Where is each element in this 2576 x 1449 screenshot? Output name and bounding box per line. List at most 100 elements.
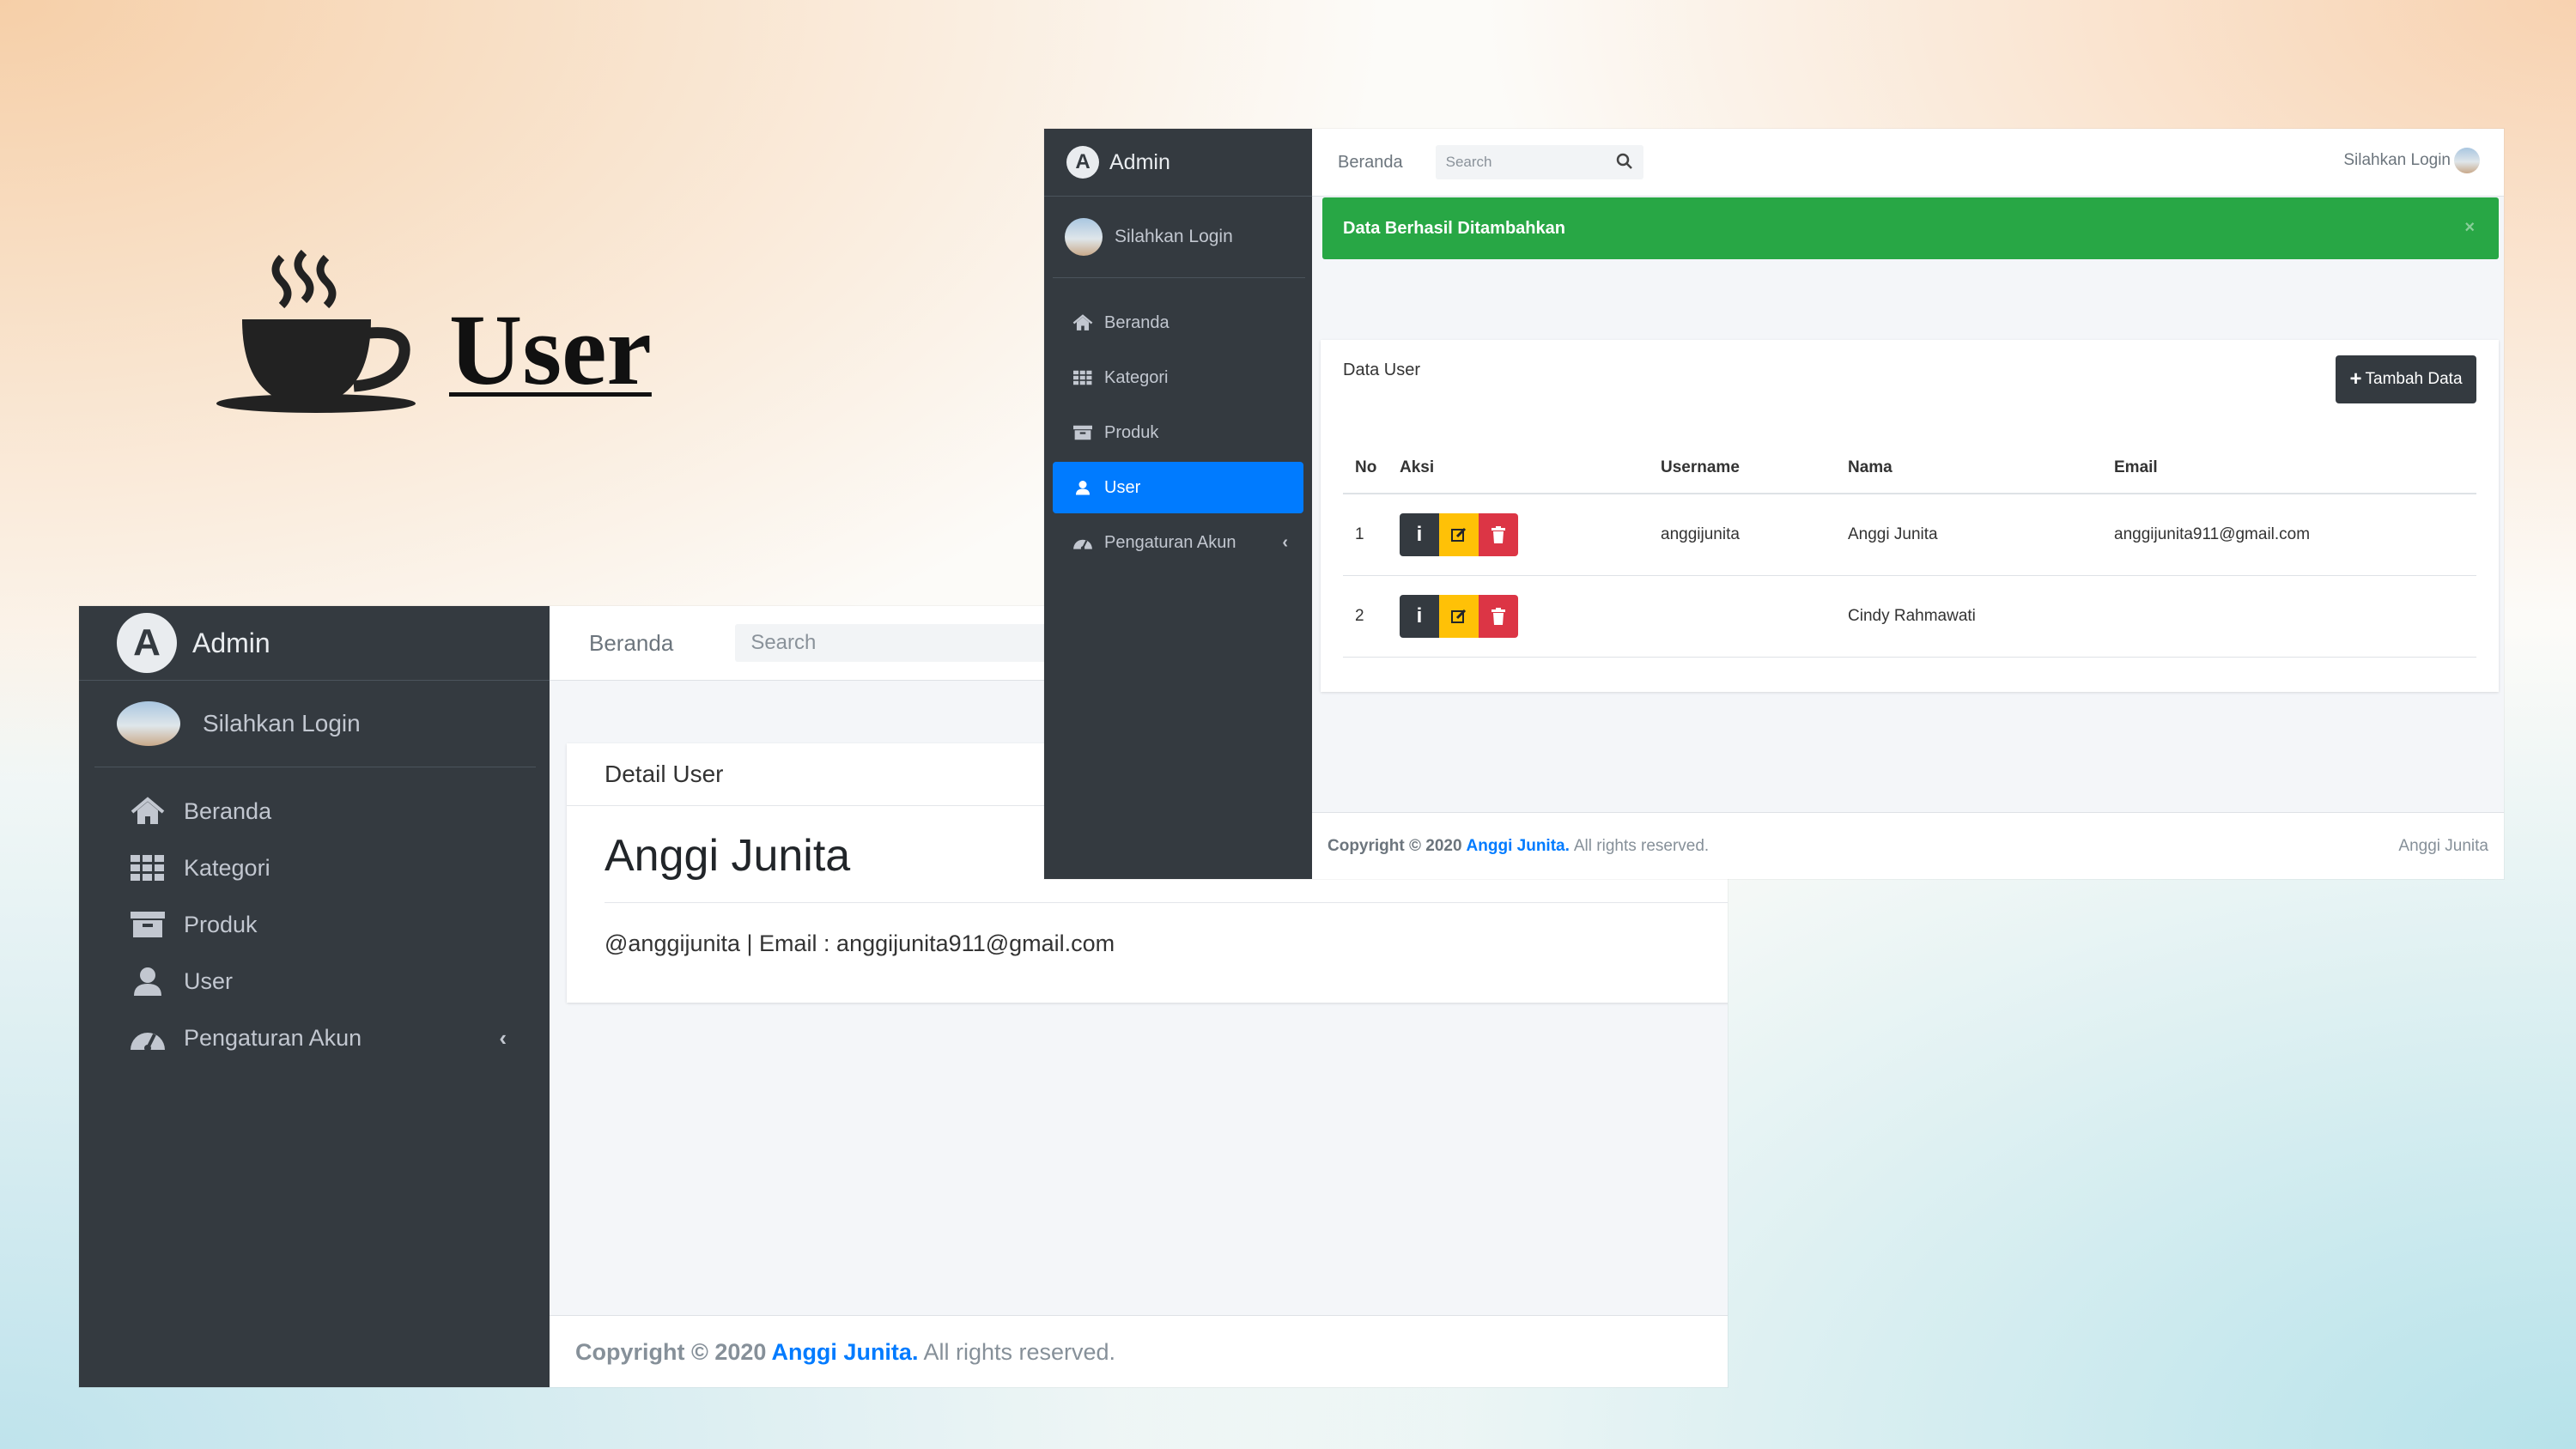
avatar	[2454, 148, 2480, 173]
chevron-left-icon: ‹	[499, 1024, 507, 1051]
cell-username	[1649, 575, 1836, 658]
cell-nama: Cindy Rahmawati	[1836, 575, 2102, 658]
add-data-label: Tambah Data	[2365, 370, 2463, 388]
sidebar-item-beranda[interactable]: Beranda	[79, 783, 550, 840]
trash-icon	[1492, 526, 1505, 543]
user-panel[interactable]: Silahkan Login	[1053, 197, 1305, 278]
nav-link-beranda[interactable]: Beranda	[1338, 153, 1403, 173]
sidebar-nav: Beranda Kategori Produk User Pengaturan …	[79, 767, 550, 1066]
cell-no: 1	[1343, 494, 1388, 576]
table-header-row: No Aksi Username Nama Email	[1343, 443, 2476, 494]
footer-author-link[interactable]: Anggi Junita.	[771, 1339, 918, 1366]
edit-icon	[1451, 527, 1467, 542]
sidebar-item-label: Beranda	[1104, 312, 1170, 332]
user-panel-label: Silahkan Login	[203, 710, 361, 737]
column-header: Username	[1649, 443, 1836, 494]
footer-author-link[interactable]: Anggi Junita.	[1467, 837, 1570, 856]
coffee-cup-icon	[216, 249, 416, 413]
search-icon[interactable]	[1616, 153, 1633, 170]
grid-icon	[129, 849, 167, 887]
column-header: Aksi	[1388, 443, 1649, 494]
table-row: 2 i Cindy Rahmawati	[1343, 575, 2476, 658]
chevron-left-icon: ‹	[1282, 532, 1288, 552]
brand-logo-icon: A	[117, 613, 177, 673]
cell-nama: Anggi Junita	[1836, 494, 2102, 576]
cell-email	[2102, 575, 2476, 658]
dashboard-icon	[129, 1019, 167, 1057]
nav-link-beranda[interactable]: Beranda	[589, 630, 673, 657]
info-button[interactable]: i	[1400, 595, 1439, 638]
trash-icon	[1492, 608, 1505, 625]
close-icon[interactable]: ×	[2464, 218, 2475, 238]
footer-copyright: Copyright © 2020	[575, 1338, 767, 1365]
column-header: Email	[2102, 443, 2476, 494]
sidebar-item-label: Pengaturan Akun	[1104, 532, 1236, 552]
sidebar-item-label: Beranda	[184, 797, 272, 824]
grid-icon	[1072, 367, 1094, 389]
cell-username: anggijunita	[1649, 494, 1836, 576]
cell-email: anggijunita911@gmail.com	[2102, 494, 2476, 576]
sidebar-item-label: Kategori	[1104, 367, 1169, 387]
data-user-screenshot: A Admin Silahkan Login Beranda Kategori	[1044, 129, 2504, 879]
sidebar-item-label: Kategori	[184, 854, 270, 881]
edit-button[interactable]	[1439, 513, 1479, 556]
brand-text: Admin	[192, 627, 270, 658]
archive-icon	[1072, 421, 1094, 444]
brand-logo-icon: A	[1066, 146, 1099, 179]
avatar	[1065, 218, 1103, 256]
sidebar-item-beranda[interactable]: Beranda	[1053, 297, 1303, 349]
edit-button[interactable]	[1439, 595, 1479, 638]
sidebar-item-label: User	[184, 967, 234, 994]
brand-text: Admin	[1109, 149, 1170, 174]
sidebar: A Admin Silahkan Login Beranda Kategori	[79, 606, 550, 1387]
login-label: Silahkan Login	[2343, 151, 2451, 169]
alert-message: Data Berhasil Ditambahkan	[1343, 218, 1565, 238]
home-icon	[1072, 312, 1094, 334]
sidebar-item-label: Produk	[184, 911, 258, 937]
footer-rights: All rights reserved.	[1573, 837, 1710, 855]
delete-button[interactable]	[1479, 513, 1518, 556]
footer: Copyright © 2020 Anggi Junita. All right…	[550, 1315, 1728, 1387]
edit-icon	[1451, 609, 1467, 623]
footer: Copyright © 2020 Anggi Junita. All right…	[1312, 812, 2504, 879]
info-button[interactable]: i	[1400, 513, 1439, 556]
user-icon	[1072, 476, 1094, 499]
card-title: Data User	[1343, 361, 1421, 379]
add-data-button[interactable]: + Tambah Data	[2336, 355, 2476, 403]
user-table: No Aksi Username Nama Email 1 i anggijun…	[1343, 443, 2476, 658]
sidebar-item-pengaturan-akun[interactable]: Pengaturan Akun ‹	[79, 1009, 550, 1066]
user-panel[interactable]: Silahkan Login	[94, 681, 536, 767]
archive-icon	[129, 906, 167, 943]
sidebar-item-label: Produk	[1104, 422, 1159, 442]
sidebar-item-kategori[interactable]: Kategori	[79, 840, 550, 896]
top-navbar: Beranda Search Silahkan Login	[1312, 129, 2504, 197]
sidebar-item-kategori[interactable]: Kategori	[1053, 352, 1303, 403]
plus-icon: +	[2349, 367, 2362, 391]
footer-rights: All rights reserved.	[923, 1338, 1116, 1365]
table-row: 1 i anggijunita Anggi Junita anggijunita…	[1343, 494, 2476, 576]
cell-actions: i	[1388, 494, 1649, 576]
sidebar-item-user[interactable]: User	[1053, 462, 1303, 513]
search-input[interactable]: Search	[735, 624, 1060, 662]
column-header: No	[1343, 443, 1388, 494]
brand[interactable]: A Admin	[79, 606, 550, 681]
sidebar-item-user[interactable]: User	[79, 953, 550, 1009]
brand[interactable]: A Admin	[1044, 129, 1312, 197]
sidebar-item-produk[interactable]: Produk	[79, 896, 550, 953]
sidebar-item-pengaturan-akun[interactable]: Pengaturan Akun ‹	[1053, 517, 1303, 568]
sidebar-item-label: Pengaturan Akun	[184, 1024, 362, 1051]
delete-button[interactable]	[1479, 595, 1518, 638]
slide-heading: User	[215, 240, 652, 416]
login-menu[interactable]: Silahkan Login	[2343, 148, 2480, 173]
success-alert: Data Berhasil Ditambahkan ×	[1322, 197, 2499, 259]
avatar	[117, 701, 180, 746]
data-user-card: Data User + Tambah Data No Aksi Username…	[1321, 340, 2499, 692]
cell-no: 2	[1343, 575, 1388, 658]
info-icon: i	[1416, 604, 1423, 627]
column-header: Nama	[1836, 443, 2102, 494]
cell-actions: i	[1388, 575, 1649, 658]
info-icon: i	[1416, 523, 1423, 546]
slide-title: User	[449, 294, 652, 406]
search-input[interactable]: Search	[1446, 154, 1492, 171]
sidebar-item-produk[interactable]: Produk	[1053, 407, 1303, 458]
